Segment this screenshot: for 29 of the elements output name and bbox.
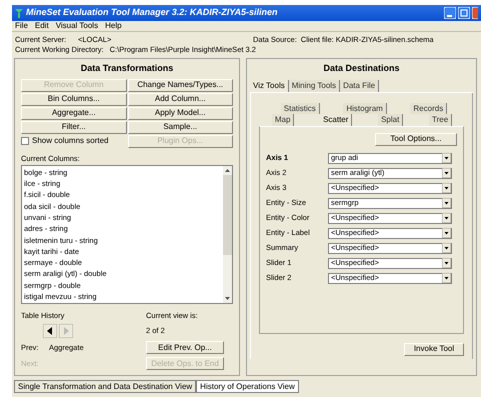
menu-item[interactable]: Help	[105, 22, 122, 30]
tab[interactable]: Histogram	[343, 102, 387, 114]
view-tab[interactable]: History of Operations View	[196, 380, 299, 393]
tool-options-button[interactable]: Tool Options...	[375, 132, 457, 146]
tab[interactable]: Statistics	[280, 102, 320, 114]
transform-button[interactable]: Sample...	[128, 120, 233, 134]
tab[interactable]: Records	[410, 102, 448, 114]
window-title: MineSet Evaluation Tool Manager 3.2: KADIR-ZIYA5-silinen	[26, 6, 278, 20]
view-tab[interactable]: Single Transformation and Data Destination View	[14, 380, 196, 393]
transform-button[interactable]: Change Names/Types...	[128, 78, 233, 92]
tab[interactable]: Mining Tools	[288, 80, 340, 92]
transform-button[interactable]: Add Column...	[128, 92, 233, 106]
menu-item[interactable]: Visual Tools	[56, 22, 98, 30]
menu-item[interactable]: File	[15, 22, 28, 30]
transform-button[interactable]: Filter...	[21, 120, 126, 134]
tab[interactable]: Tree	[428, 114, 452, 126]
transform-button[interactable]: Bin Columns...	[21, 92, 126, 106]
invoke-tool-button[interactable]: Invoke Tool	[404, 342, 464, 356]
panel-title: Data Transformations	[80, 62, 174, 75]
panel-title: Data Destinations	[322, 62, 401, 75]
tab[interactable]: Map	[272, 114, 294, 126]
tab[interactable]: Viz Tools	[250, 80, 289, 92]
menu-item[interactable]: Edit	[34, 22, 49, 30]
checkbox-label: Show columns sorted	[32, 137, 108, 145]
tab[interactable]: Splat	[378, 114, 404, 126]
transform-button[interactable]: Apply Model...	[128, 106, 233, 120]
transform-button[interactable]: Aggregate...	[21, 106, 126, 120]
edit-prev-op-button[interactable]: Edit Prev. Op...	[146, 341, 224, 354]
tab[interactable]: Data File	[340, 80, 380, 92]
